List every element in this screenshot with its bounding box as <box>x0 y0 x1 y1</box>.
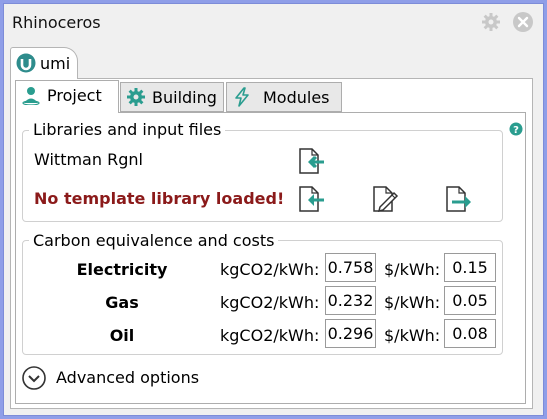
svg-text:?: ? <box>513 125 519 136</box>
template-library-status: No template library loaded! <box>34 189 285 208</box>
tab-building-label: Building <box>152 88 217 107</box>
title-bar: Rhinoceros <box>3 3 544 41</box>
umi-tab-label: umi <box>40 54 71 73</box>
cost-unit-label: $/kWh: <box>384 293 441 312</box>
edit-file-icon[interactable] <box>370 185 400 213</box>
lightning-icon <box>235 87 249 107</box>
export-file-icon[interactable] <box>443 185 473 213</box>
gas-cost-input[interactable]: 0.05 <box>444 286 496 315</box>
gear-tab-icon <box>127 88 145 106</box>
electricity-co2-input[interactable]: 0.758 <box>325 253 376 282</box>
weather-file-name: Wittman Rgnl <box>34 150 143 169</box>
gear-icon[interactable] <box>481 12 501 32</box>
advanced-options-toggle[interactable]: Advanced options <box>56 368 199 387</box>
tab-project[interactable]: Project <box>15 80 119 113</box>
window-title: Rhinoceros <box>12 13 101 32</box>
libraries-group-title: Libraries and input files <box>29 120 226 139</box>
carbon-group-title: Carbon equivalence and costs <box>29 231 279 250</box>
tab-modules-label: Modules <box>263 88 330 107</box>
fuel-label: Gas <box>105 293 139 312</box>
oil-cost-input[interactable]: 0.08 <box>444 319 496 348</box>
close-icon[interactable] <box>513 12 533 32</box>
tab-project-label: Project <box>47 86 102 105</box>
fuel-label: Oil <box>109 326 135 345</box>
libraries-group <box>22 130 503 222</box>
person-icon <box>22 87 40 105</box>
co2-unit-label: kgCO2/kWh: <box>220 326 320 345</box>
tab-building[interactable]: Building <box>120 82 224 112</box>
gas-co2-input[interactable]: 0.232 <box>325 286 376 315</box>
umi-logo-icon <box>16 53 36 73</box>
umi-panel-tab[interactable]: umi <box>10 47 78 79</box>
import-file-icon[interactable] <box>296 147 326 175</box>
tab-modules[interactable]: Modules <box>226 82 342 112</box>
cost-unit-label: $/kWh: <box>384 326 441 345</box>
electricity-cost-input[interactable]: 0.15 <box>444 253 496 282</box>
co2-unit-label: kgCO2/kWh: <box>220 293 320 312</box>
chevron-down-circle-icon[interactable] <box>22 366 46 390</box>
cost-unit-label: $/kWh: <box>384 260 441 279</box>
oil-co2-input[interactable]: 0.296 <box>325 319 376 348</box>
import-template-icon[interactable] <box>296 185 326 213</box>
help-icon[interactable]: ? <box>509 122 523 136</box>
co2-unit-label: kgCO2/kWh: <box>220 260 320 279</box>
fuel-label: Electricity <box>76 260 168 279</box>
